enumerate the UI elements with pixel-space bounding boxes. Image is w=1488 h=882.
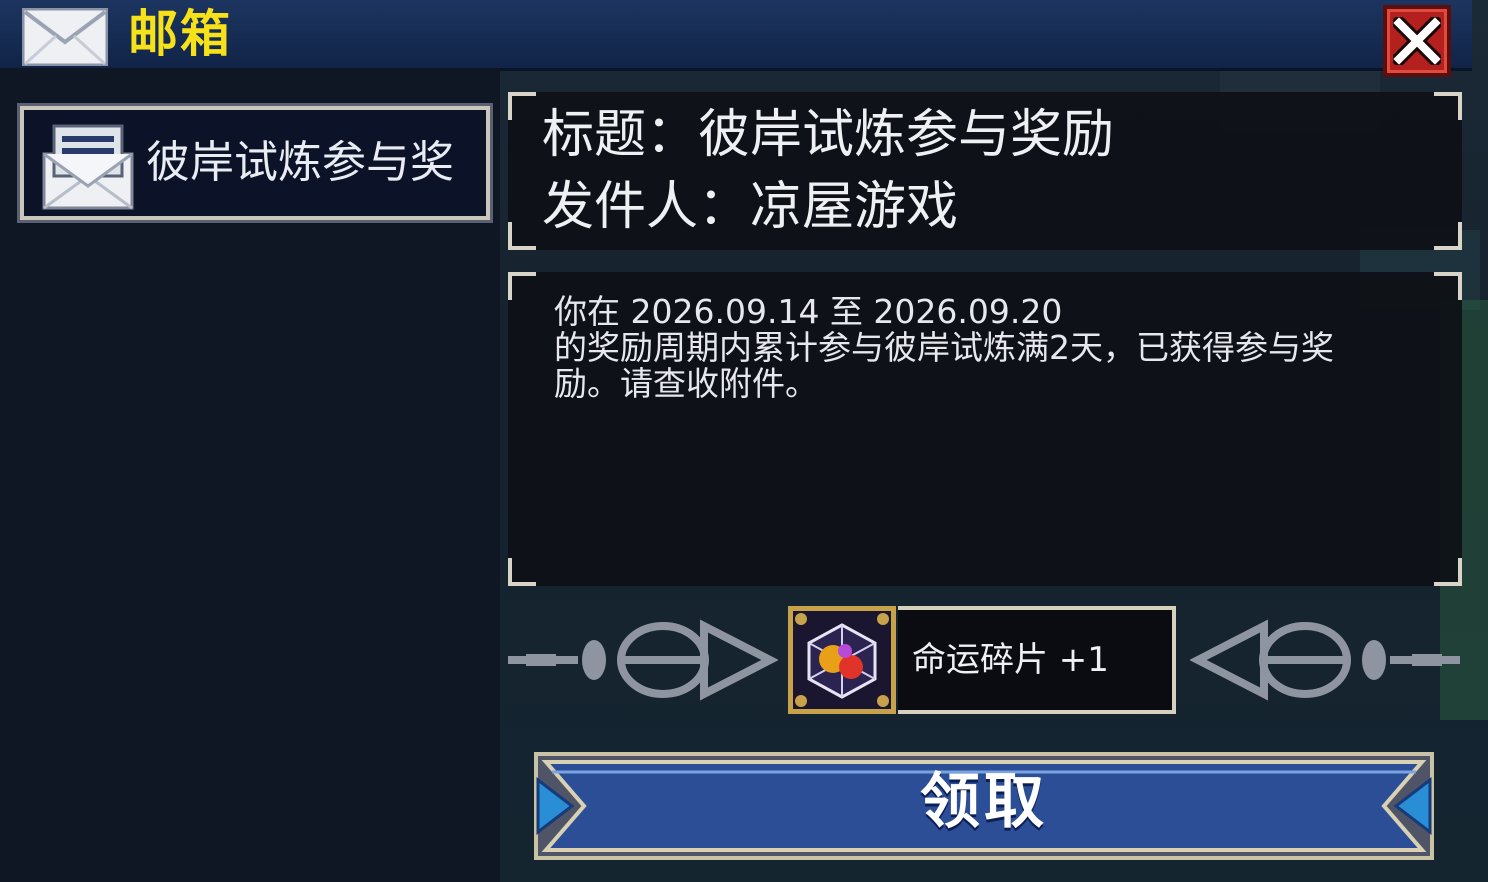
title-bar: 邮箱 bbox=[0, 0, 1472, 77]
left-ornament-icon bbox=[508, 619, 778, 701]
mail-body-line: 励。请查收附件。 bbox=[554, 364, 818, 403]
claim-button[interactable]: 领取 bbox=[532, 750, 1436, 862]
mail-body-line: 的奖励周期内累计参与彼岸试炼满2天，已获得参与奖 bbox=[554, 328, 1334, 367]
attachment-icon-frame bbox=[788, 606, 896, 714]
mail-header-box: 标题：彼岸试炼参与奖励 发件人：凉屋游戏 bbox=[508, 92, 1462, 250]
opened-letter-icon bbox=[42, 124, 134, 210]
claim-button-label: 领取 bbox=[920, 767, 1048, 837]
fate-shard-cube-icon bbox=[793, 611, 891, 709]
close-x-icon bbox=[1393, 17, 1441, 65]
attachment-slot[interactable]: 命运碎片 +1 bbox=[786, 602, 1180, 718]
mail-body-box: 你在 2026.09.14 至 2026.09.20 的奖励周期内累计参与彼岸试… bbox=[508, 272, 1462, 586]
mail-item-title: 彼岸试炼参与奖 bbox=[146, 137, 454, 188]
attachment-label: 命运碎片 +1 bbox=[912, 640, 1109, 680]
window-title: 邮箱 bbox=[128, 5, 232, 63]
mail-subject: 标题：彼岸试炼参与奖励 bbox=[542, 105, 1115, 165]
mail-body-line: 你在 2026.09.14 至 2026.09.20 bbox=[554, 292, 1063, 331]
mail-sender: 发件人：凉屋游戏 bbox=[542, 177, 959, 237]
envelope-icon bbox=[22, 8, 108, 66]
mail-body-text: 你在 2026.09.14 至 2026.09.20 的奖励周期内累计参与彼岸试… bbox=[554, 294, 1424, 402]
attachment-label-box: 命运碎片 +1 bbox=[898, 606, 1176, 714]
close-button[interactable] bbox=[1383, 5, 1451, 77]
right-ornament-icon bbox=[1190, 619, 1460, 701]
mail-list-item[interactable]: 彼岸试炼参与奖 bbox=[17, 103, 493, 223]
